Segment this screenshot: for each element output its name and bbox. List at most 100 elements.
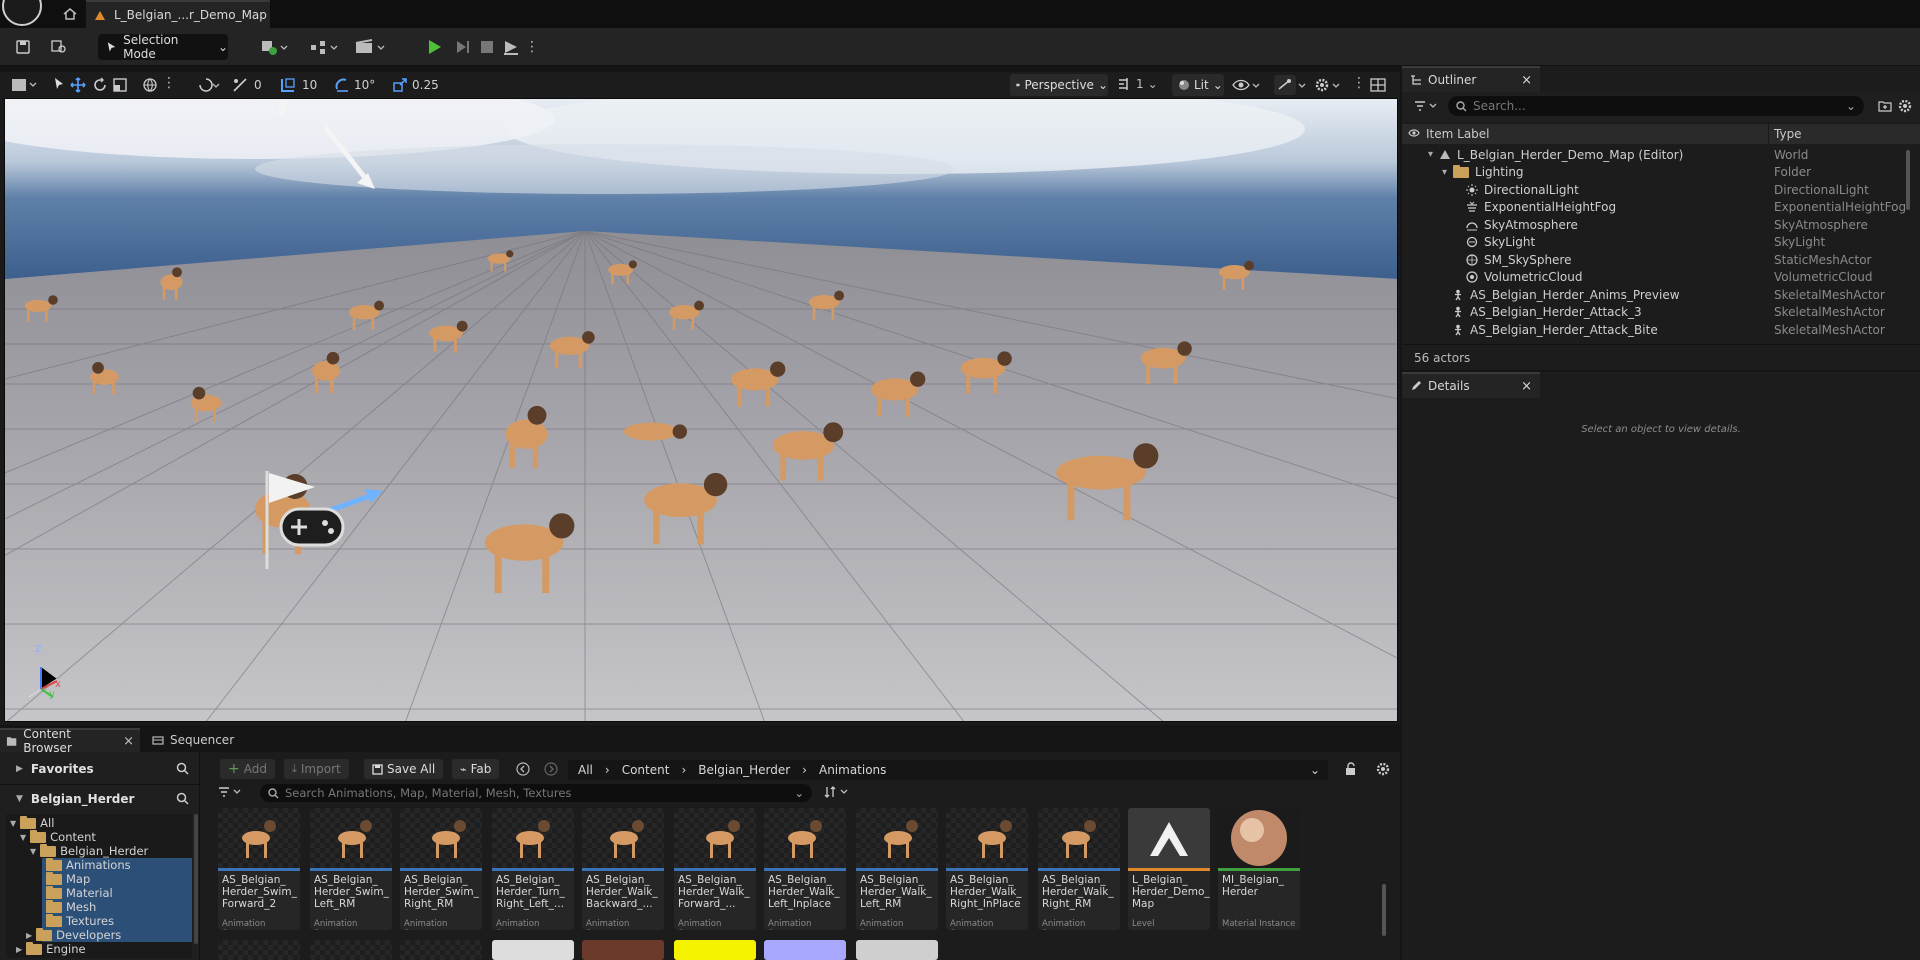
breadcrumb-item[interactable]: Animations — [819, 763, 886, 777]
scalability-icon[interactable] — [1274, 75, 1308, 95]
save-all-button[interactable]: Save All — [364, 759, 444, 779]
stop-icon[interactable] — [476, 36, 498, 58]
history-back-icon[interactable] — [516, 762, 530, 776]
expand-arrow-icon[interactable]: ▼ — [16, 794, 23, 804]
texture-tile[interactable] — [582, 940, 664, 960]
blueprint-icon[interactable] — [308, 36, 342, 58]
asset-tile[interactable]: AS_Belgian_ Herder_Walk_ Right_InPlace Anim… — [946, 808, 1028, 930]
add-folder-icon[interactable] — [1878, 100, 1892, 112]
cb-settings-icon[interactable] — [1376, 762, 1390, 776]
translate-tool-icon[interactable] — [70, 77, 86, 93]
texture-tile[interactable] — [856, 940, 938, 960]
tree-item-material[interactable]: Material — [46, 885, 113, 900]
asset-tile[interactable]: AS_Belgian_ Herder_Walk_ Left_RM Animation … — [856, 808, 938, 930]
chevron-down-icon[interactable]: ⌄ — [1310, 763, 1320, 777]
outliner-scrollbar[interactable] — [1906, 150, 1910, 210]
close-icon[interactable]: × — [1521, 379, 1532, 394]
settings-gear-icon[interactable] — [1314, 77, 1344, 93]
asset-tile[interactable]: AS_Belgian_ Herder_Swim_ Right_RM Animation… — [400, 808, 482, 930]
outliner-tab[interactable]: Outliner × — [1402, 66, 1540, 92]
details-tab[interactable]: Details × — [1402, 372, 1540, 398]
col-type[interactable]: Type — [1774, 127, 1802, 141]
add-actor-icon[interactable] — [258, 36, 292, 58]
chevron-down-icon[interactable]: ⌄ — [794, 786, 804, 800]
level-tab[interactable]: L_Belgian_...r_Demo_Map — [86, 0, 270, 28]
texture-tile[interactable] — [674, 940, 756, 960]
tree-item-content[interactable]: ▼ Content — [20, 829, 96, 844]
selection-mode-dropdown[interactable]: Selection Mode ⌄ — [98, 33, 228, 61]
breadcrumb-item[interactable]: Content — [622, 763, 670, 777]
asset-tile[interactable]: AS_Belgian_ Herder_Walk_ Forward_... Animat… — [674, 808, 756, 930]
cb-filter-icon[interactable] — [218, 786, 244, 798]
play-icon[interactable] — [424, 36, 446, 58]
asset-tile[interactable]: AS_Belgian_ Herder_Walk_ Right_RM Animation… — [1038, 808, 1120, 930]
viewport-options-icon[interactable]: ⋮ — [162, 75, 176, 91]
asset-tile[interactable]: AS_Belgian_ Herder_Turn_ Right_Left_... Ani… — [492, 808, 574, 930]
collapse-arrow-icon[interactable]: ▶ — [16, 764, 23, 774]
history-forward-icon[interactable] — [544, 762, 558, 776]
lock-icon[interactable] — [1344, 762, 1358, 776]
surface-snap-icon[interactable] — [198, 77, 222, 93]
asset-tile[interactable]: AS_Belgian_ Herder_Walk_ Left_Inplace Anima… — [764, 808, 846, 930]
tree-row[interactable]: SM_SkySphere StaticMeshActor — [1402, 251, 1910, 269]
import-button[interactable]: ⤓ Import — [284, 759, 349, 779]
eject-icon[interactable] — [500, 36, 522, 58]
chevron-down-icon[interactable]: ⌄ — [1846, 99, 1856, 113]
grid-snap-icon[interactable] — [280, 77, 296, 93]
lighting-mode-dropdown[interactable]: Lit ⌄ — [1172, 74, 1224, 96]
tree-row[interactable]: AS_Belgian_Herder_Anims_Preview Skeletal… — [1402, 286, 1910, 304]
tree-row[interactable]: SkyAtmosphere SkyAtmosphere — [1402, 216, 1910, 234]
outliner-search-input[interactable]: Search... ⌄ — [1448, 96, 1864, 116]
fab-button[interactable]: ⌁ Fab — [452, 759, 500, 779]
world-space-icon[interactable] — [142, 77, 158, 93]
asset-tile[interactable]: AS_Belgian_ Herder_Walk_ Backward_... Anima… — [582, 808, 664, 930]
cinematics-icon[interactable] — [354, 36, 388, 58]
viewport-more-icon[interactable]: ⋮ — [1352, 75, 1366, 91]
close-icon[interactable]: × — [1521, 73, 1532, 88]
breadcrumb-item[interactable]: Belgian_Herder — [698, 763, 790, 777]
select-snap-icon[interactable] — [232, 77, 248, 93]
scale-snap-icon[interactable] — [392, 77, 408, 93]
tree-row[interactable]: AS_Belgian_Herder_Attack_3 SkeletalMeshA… — [1402, 304, 1910, 322]
tree-row[interactable]: ExponentialHeightFog ExponentialHeightFo… — [1402, 199, 1910, 217]
more-options-icon[interactable]: ⋮ — [525, 36, 539, 58]
level-viewport[interactable]: ⋮ 0 10 10° 0.25 Perspective ⌄ 1 ⌄ Lit ⌄ … — [0, 72, 1400, 725]
outliner-settings-icon[interactable] — [1898, 99, 1912, 113]
scale-snap-value[interactable]: 0.25 — [412, 78, 439, 92]
step-icon[interactable] — [452, 36, 474, 58]
tree-item-all[interactable]: ▼ All — [10, 815, 54, 830]
rotation-snap-value[interactable]: 10° — [354, 78, 375, 92]
expand-arrow-icon[interactable]: ▾ — [1442, 167, 1447, 178]
filter-icon[interactable] — [1414, 100, 1440, 112]
viewport-scene[interactable]: Z x y — [4, 98, 1398, 722]
tree-row[interactable]: SkyLight SkyLight — [1402, 234, 1910, 252]
tree-item-mesh[interactable]: Mesh — [46, 899, 96, 914]
asset-tile[interactable]: AS_Belgian_ Herder_Swim_ Left_RM Animation … — [310, 808, 392, 930]
scale-tool-icon[interactable] — [112, 77, 128, 93]
tree-item-engine[interactable]: ▶ Engine — [16, 941, 86, 956]
search-icon[interactable] — [176, 792, 189, 805]
content-browser-tab[interactable]: Content Browser × — [0, 727, 140, 755]
tree-item-developers[interactable]: ▶ Developers — [26, 927, 121, 942]
unreal-logo-icon[interactable] — [2, 0, 42, 26]
tree-row[interactable]: DirectionalLight DirectionalLight — [1402, 181, 1910, 199]
asset-tile[interactable]: MI_Belgian_ Herder Material Instance — [1218, 808, 1300, 930]
perspective-dropdown[interactable]: Perspective ⌄ — [1010, 74, 1108, 96]
texture-tile[interactable] — [492, 940, 574, 960]
home-icon[interactable] — [62, 7, 78, 21]
tree-item-belgian-herder[interactable]: ▼ Belgian_Herder — [30, 843, 148, 858]
asset-tile[interactable]: L_Belgian_ Herder_Demo_ Map Level — [1128, 808, 1210, 930]
save-icon[interactable] — [14, 36, 32, 58]
visibility-eye-icon[interactable] — [1408, 127, 1420, 139]
content-search-input[interactable]: Search Animations, Map, Material, Mesh, … — [260, 784, 812, 802]
tree-row[interactable]: ▾ L_Belgian_Herder_Demo_Map (Editor) Wor… — [1402, 146, 1910, 164]
col-item-label[interactable]: Item Label — [1426, 127, 1490, 141]
viewport-menu-icon[interactable] — [10, 76, 40, 94]
tree-item-animations[interactable]: Animations — [46, 857, 131, 872]
expand-arrow-icon[interactable]: ▾ — [1428, 149, 1433, 160]
project-section[interactable]: ▼ Belgian_Herder — [0, 786, 200, 812]
asset-tile[interactable]: AS_Belgian_ Herder_Swim_ Forward_2 Animatio… — [218, 808, 300, 930]
camera-speed-dropdown[interactable]: 1 ⌄ — [1118, 77, 1158, 91]
asset-tile[interactable] — [400, 940, 482, 960]
asset-grid-scrollbar[interactable] — [1382, 884, 1386, 936]
